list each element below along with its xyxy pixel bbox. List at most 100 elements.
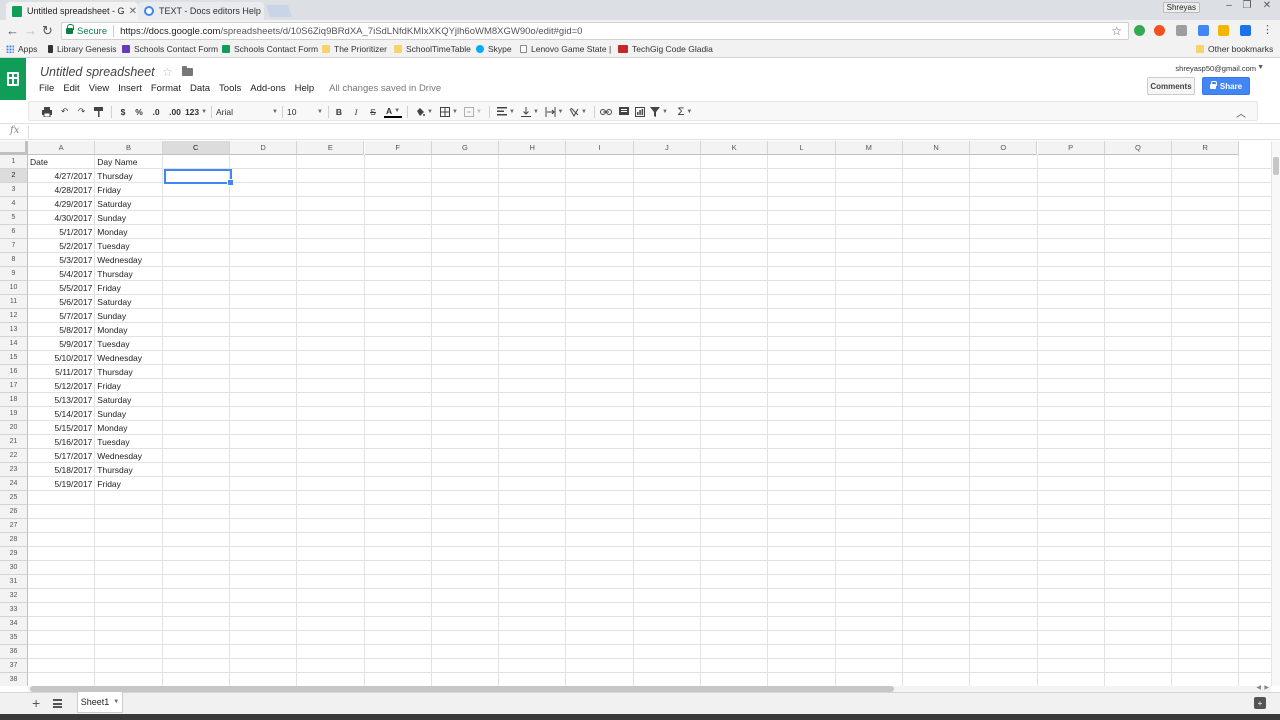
cell-b23[interactable]: Thursday — [95, 463, 161, 477]
row-header-6[interactable]: 6 — [0, 225, 28, 239]
insert-link-icon[interactable] — [600, 105, 612, 118]
font-family-select[interactable]: Arial ▼ — [216, 105, 278, 118]
menu-help[interactable]: Help — [295, 83, 315, 97]
cell-b8[interactable]: Wednesday — [95, 253, 161, 267]
bookmark-star-icon[interactable]: ☆ — [1111, 24, 1122, 38]
column-header-i[interactable]: I — [566, 141, 634, 155]
undo-icon[interactable]: ↶ — [59, 105, 70, 118]
more-formats-button[interactable]: 123 ▼ — [185, 105, 207, 118]
cell-a21[interactable]: 5/16/2017 — [28, 435, 94, 449]
cell-a12[interactable]: 5/7/2017 — [28, 309, 94, 323]
paint-format-icon[interactable] — [93, 105, 104, 118]
vertical-scrollbar[interactable] — [1271, 141, 1280, 686]
minimize-icon[interactable]: – — [1220, 0, 1238, 12]
camera-extension-icon[interactable] — [1176, 25, 1187, 36]
bookmark-prioritizer[interactable]: The Prioritizer — [322, 44, 387, 54]
cell-b10[interactable]: Friday — [95, 281, 161, 295]
row-header-18[interactable]: 18 — [0, 393, 28, 407]
column-header-n[interactable]: N — [902, 141, 971, 155]
percent-format-button[interactable]: % — [134, 105, 144, 118]
column-header-a[interactable]: A — [28, 141, 96, 155]
row-header-15[interactable]: 15 — [0, 351, 28, 365]
cell-a10[interactable]: 5/5/2017 — [28, 281, 94, 295]
row-header-30[interactable]: 30 — [0, 561, 28, 575]
functions-button[interactable]: Σ ▼ — [676, 105, 694, 118]
text-rotation-icon[interactable]: ▼ — [568, 105, 588, 118]
menu-edit[interactable]: Edit — [63, 83, 79, 97]
borders-icon[interactable]: ▼ — [439, 105, 459, 118]
insert-chart-icon[interactable] — [634, 105, 645, 118]
cell-a11[interactable]: 5/6/2017 — [28, 295, 94, 309]
cell-a1[interactable]: Date — [28, 155, 94, 169]
extension-docs-icon[interactable] — [1240, 25, 1251, 36]
cell-a17[interactable]: 5/12/2017 — [28, 379, 94, 393]
cell-a23[interactable]: 5/18/2017 — [28, 463, 94, 477]
row-header-32[interactable]: 32 — [0, 589, 28, 603]
row-header-1[interactable]: 1 — [0, 155, 28, 169]
font-size-select[interactable]: 10 ▼ — [287, 105, 323, 118]
row-header-22[interactable]: 22 — [0, 449, 28, 463]
row-header-38[interactable]: 38 — [0, 673, 28, 686]
bold-button[interactable]: B — [334, 105, 344, 118]
vertical-scroll-thumb[interactable] — [1273, 157, 1279, 175]
row-header-25[interactable]: 25 — [0, 491, 28, 505]
row-header-36[interactable]: 36 — [0, 645, 28, 659]
row-header-35[interactable]: 35 — [0, 631, 28, 645]
bookmark-schools-form[interactable]: Schools Contact Form — [122, 44, 218, 54]
text-color-button[interactable]: A ▼ — [384, 105, 402, 118]
cell-b14[interactable]: Tuesday — [95, 337, 161, 351]
insert-comment-icon[interactable] — [618, 105, 629, 118]
row-header-16[interactable]: 16 — [0, 365, 28, 379]
row-header-34[interactable]: 34 — [0, 617, 28, 631]
bookmark-techgig[interactable]: TechGig Code Gladia — [618, 44, 713, 54]
cell-b15[interactable]: Wednesday — [95, 351, 161, 365]
row-header-24[interactable]: 24 — [0, 477, 28, 491]
cell-a6[interactable]: 5/1/2017 — [28, 225, 94, 239]
row-header-10[interactable]: 10 — [0, 281, 28, 295]
row-header-26[interactable]: 26 — [0, 505, 28, 519]
reload-icon[interactable]: ↻ — [42, 23, 53, 39]
secure-indicator[interactable]: Secure — [66, 24, 107, 37]
account-email[interactable]: shreyasp50@gmail.com — [1175, 64, 1256, 73]
row-header-8[interactable]: 8 — [0, 253, 28, 267]
forward-arrow-icon[interactable]: → — [24, 23, 37, 38]
column-header-c[interactable]: C — [162, 141, 230, 155]
save-status[interactable]: All changes saved in Drive — [329, 83, 441, 97]
cell-a7[interactable]: 5/2/2017 — [28, 239, 94, 253]
cell-a4[interactable]: 4/29/2017 — [28, 197, 94, 211]
row-header-13[interactable]: 13 — [0, 323, 28, 337]
menu-view[interactable]: View — [89, 83, 109, 97]
cell-b11[interactable]: Saturday — [95, 295, 161, 309]
star-icon[interactable]: ☆ — [162, 65, 173, 79]
column-header-e[interactable]: E — [297, 141, 365, 155]
cell-b5[interactable]: Sunday — [95, 211, 161, 225]
cell-a8[interactable]: 5/3/2017 — [28, 253, 94, 267]
fill-color-icon[interactable]: ▼ — [414, 105, 434, 118]
strikethrough-button[interactable]: S — [368, 105, 378, 118]
row-header-9[interactable]: 9 — [0, 267, 28, 281]
browser-tab-help[interactable]: TEXT - Docs editors Help ✕ — [138, 2, 264, 20]
new-tab-button[interactable] — [265, 5, 293, 17]
window-close-icon[interactable]: ✕ — [1258, 0, 1276, 12]
column-header-r[interactable]: R — [1172, 141, 1240, 155]
column-header-o[interactable]: O — [970, 141, 1038, 155]
share-button[interactable]: Share — [1202, 77, 1250, 95]
row-header-27[interactable]: 27 — [0, 519, 28, 533]
active-cell-selection[interactable] — [164, 169, 234, 186]
cell-a3[interactable]: 4/28/2017 — [28, 183, 94, 197]
decrease-decimal-button[interactable]: .0 — [150, 105, 162, 118]
extension-blue-icon[interactable] — [1198, 25, 1209, 36]
address-bar[interactable]: Secure https://docs.google.com/spreadshe… — [61, 22, 1129, 40]
row-header-28[interactable]: 28 — [0, 533, 28, 547]
cell-a2[interactable]: 4/27/2017 — [28, 169, 94, 183]
collapse-header-icon[interactable]: ︿ — [1236, 105, 1246, 120]
column-header-d[interactable]: D — [229, 141, 298, 155]
row-header-11[interactable]: 11 — [0, 295, 28, 309]
cell-b3[interactable]: Friday — [95, 183, 161, 197]
extension-orange-icon[interactable] — [1154, 25, 1165, 36]
select-all-corner[interactable] — [0, 141, 28, 155]
cell-b18[interactable]: Saturday — [95, 393, 161, 407]
account-caret-icon[interactable]: ▼ — [1257, 64, 1264, 71]
filter-icon[interactable]: ▼ — [650, 105, 668, 118]
cell-b4[interactable]: Saturday — [95, 197, 161, 211]
